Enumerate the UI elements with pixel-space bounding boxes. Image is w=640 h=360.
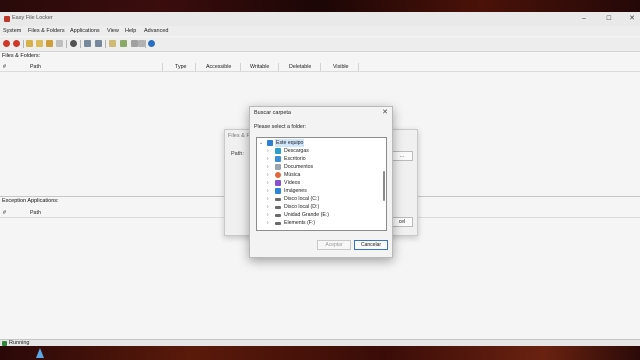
browse-folder-dialog: Buscar carpeta ✕ Please select a folder:…	[249, 106, 393, 258]
desktop-background-top	[0, 0, 640, 12]
dialog-prompt: Please select a folder:	[254, 124, 307, 130]
desktop-icon	[275, 156, 281, 162]
tree-item[interactable]: ⌄ Este equipo	[257, 139, 379, 147]
cancel-button[interactable]: Cancelar	[354, 240, 388, 250]
taskbar-app-icon[interactable]	[36, 348, 44, 358]
tree-item-label: Unidad Grande (E:)	[284, 212, 329, 218]
tree-item[interactable]: › Música	[257, 171, 379, 179]
tree-item[interactable]: › Vídeos	[257, 179, 379, 187]
tree-item[interactable]: › Unidad Grande (E:)	[257, 211, 379, 219]
chevron-right-icon[interactable]: ›	[267, 220, 269, 226]
tree-scrollbar[interactable]	[383, 171, 385, 201]
taskbar	[0, 346, 640, 360]
drive-icon	[275, 214, 281, 217]
chevron-right-icon[interactable]: ›	[267, 188, 269, 194]
tree-item-label: Escritorio	[284, 156, 306, 162]
chevron-right-icon[interactable]: ›	[267, 196, 269, 202]
tree-item-label: Documentos	[284, 164, 314, 170]
tree-item-label: Vídeos	[284, 180, 301, 186]
close-icon[interactable]: ✕	[382, 108, 388, 116]
add-file-dialog-title: Files & F	[228, 133, 250, 139]
drive-icon	[275, 198, 281, 201]
browse-button[interactable]: ...	[391, 151, 413, 161]
music-icon	[275, 172, 281, 178]
tree-item[interactable]: › Imágenes	[257, 187, 379, 195]
dialog-title: Buscar carpeta	[254, 110, 291, 116]
tree-item-label: Música	[284, 172, 301, 178]
chevron-right-icon[interactable]: ›	[267, 180, 269, 186]
path-label: Path:	[231, 151, 244, 157]
chevron-right-icon[interactable]: ›	[267, 172, 269, 178]
tree-item[interactable]: › Escritorio	[257, 155, 379, 163]
tree-item-label: Elements (F:)	[284, 220, 316, 226]
chevron-right-icon[interactable]: ›	[267, 164, 269, 170]
tree-item[interactable]: › Disco local (D:)	[257, 203, 379, 211]
tree-item-label: Disco local (C:)	[284, 196, 320, 202]
images-icon	[275, 188, 281, 194]
tree-item[interactable]: › Elements (F:)	[257, 219, 379, 227]
tree-item-label: Este equipo	[275, 139, 305, 147]
tree-item[interactable]: › Disco local (C:)	[257, 195, 379, 203]
chevron-right-icon[interactable]: ›	[267, 204, 269, 210]
computer-icon	[267, 140, 273, 146]
documents-icon	[275, 164, 281, 170]
folder-tree[interactable]: ⌄ Este equipo › Descargas › Escritorio › Docume…	[256, 137, 387, 231]
chevron-right-icon[interactable]: ›	[267, 148, 269, 154]
drive-icon	[275, 222, 281, 225]
downloads-icon	[275, 148, 281, 154]
cancel-button-partial[interactable]: cel	[391, 217, 413, 227]
tree-item-label: Disco local (D:)	[284, 204, 320, 210]
chevron-down-icon[interactable]: ⌄	[259, 140, 263, 146]
drive-icon	[275, 206, 281, 209]
accept-button[interactable]: Aceptar	[317, 240, 351, 250]
chevron-right-icon[interactable]: ›	[267, 212, 269, 218]
chevron-right-icon[interactable]: ›	[267, 156, 269, 162]
tree-item[interactable]: › Documentos	[257, 163, 379, 171]
tree-item-label: Imágenes	[284, 188, 307, 194]
tree-item-label: Descargas	[284, 148, 309, 154]
videos-icon	[275, 180, 281, 186]
tree-item[interactable]: › Descargas	[257, 147, 379, 155]
